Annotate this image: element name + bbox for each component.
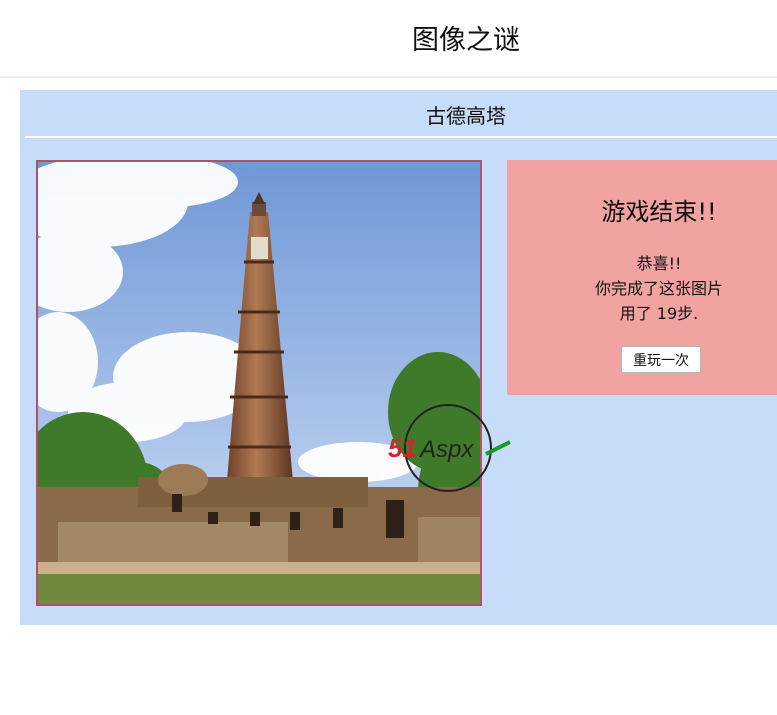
result-box: 游戏结束!! 恭喜!! 你完成了这张图片 用了 19步. 重玩一次 [507,160,777,395]
watermark-brand-rest: Aspx [418,436,474,463]
qutub-minar-photo-icon [38,162,480,604]
steps-text: 用了 19步. [619,304,699,323]
watermark-logo: 51 Aspx [386,402,516,494]
page-title: 图像之谜 [412,25,520,56]
congrats-text: 恭喜!! [636,254,682,273]
divider [25,136,777,138]
puzzle-title: 古德高塔 [426,104,506,128]
result-title: 游戏结束!! [601,198,717,226]
page-header: 图像之谜 [0,0,777,78]
game-panel: 古德高塔 51 Aspx 游戏结束!! 恭喜!! 你完成了这张图片 用了 19步… [20,90,777,625]
watermark-brand-red: 51 [388,433,417,463]
completion-message: 你完成了这张图片 [594,279,723,298]
puzzle-image[interactable] [36,160,482,606]
replay-button[interactable]: 重玩一次 [621,346,701,373]
